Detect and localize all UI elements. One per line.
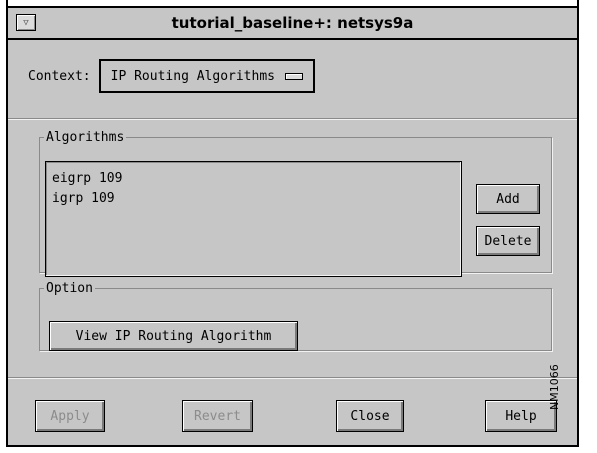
view-ip-routing-algorithm-button[interactable]: View IP Routing Algorithm (49, 321, 298, 351)
add-button[interactable]: Add (476, 184, 540, 214)
context-label: Context: (28, 68, 91, 84)
revert-button[interactable]: Revert (182, 400, 253, 432)
context-row: Context: IP Routing Algorithms (28, 58, 315, 94)
algorithms-legend: Algorithms (46, 130, 125, 145)
apply-button[interactable]: Apply (35, 400, 105, 432)
algorithms-list[interactable]: eigrp 109 igrp 109 (45, 161, 462, 277)
window-title: tutorial_baseline+: netsys9a (171, 14, 414, 32)
option-group: Option View IP Routing Algorithm (39, 281, 552, 351)
figure-id-label: NM1066 (548, 364, 561, 410)
option-legend: Option (46, 281, 93, 296)
list-item[interactable]: eigrp 109 (52, 170, 122, 188)
separator-bottom (8, 377, 577, 379)
delete-button[interactable]: Delete (476, 226, 540, 256)
context-option-menu[interactable]: IP Routing Algorithms (98, 59, 315, 93)
help-button[interactable]: Help (485, 400, 557, 432)
algorithms-group: Algorithms eigrp 109 igrp 109 Add Delete (39, 130, 552, 277)
option-menu-indicator-icon (285, 72, 303, 80)
separator-top (8, 118, 577, 120)
list-item[interactable]: igrp 109 (52, 190, 115, 208)
title-bar[interactable]: ▽ tutorial_baseline+: netsys9a (8, 8, 577, 40)
context-selected-value: IP Routing Algorithms (110, 68, 275, 84)
close-button[interactable]: Close (336, 400, 404, 432)
dialog-window: ▽ tutorial_baseline+: netsys9a Context: … (6, 0, 579, 447)
window-menu-icon[interactable]: ▽ (16, 14, 36, 31)
